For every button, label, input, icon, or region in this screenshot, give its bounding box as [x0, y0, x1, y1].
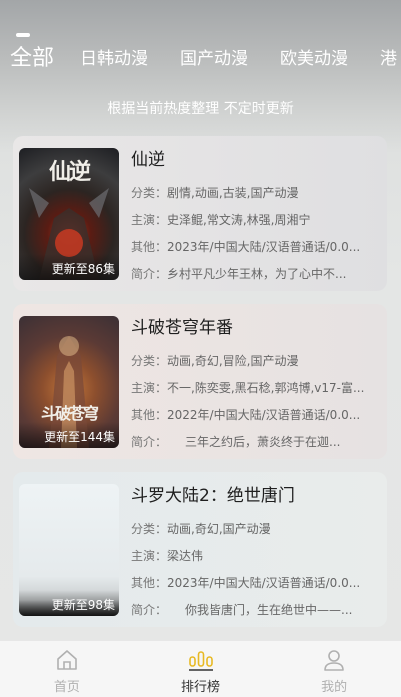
episode-badge: 更新至86集 — [19, 254, 119, 280]
genre-row: 分类：动画,奇幻,冒险,国产动漫 — [131, 348, 387, 375]
intro-value: 乡村平凡少年王林，为了心中不... — [167, 267, 347, 281]
nav-profile[interactable]: 我的 — [267, 641, 401, 697]
poster-image[interactable]: 更新至98集 — [19, 484, 119, 616]
cast-value: 史泽鲲,常文涛,林强,周湘宁 — [167, 213, 311, 227]
ranking-card[interactable]: 斗破苍穹 更新至144集 斗破苍穹年番 分类：动画,奇幻,冒险,国产动漫 主演：… — [13, 304, 387, 459]
card-info: 斗罗大陆2：绝世唐门 分类：动画,奇幻,国产动漫 主演：梁达伟 其他：2023年… — [131, 484, 387, 624]
genre-row: 分类：剧情,动画,古装,国产动漫 — [131, 180, 387, 207]
cast-label: 主演： — [131, 381, 168, 395]
ranking-list: 仙逆 更新至86集 仙逆 分类：剧情,动画,古装,国产动漫 主演：史泽鲲,常文涛… — [13, 136, 387, 673]
genre-value: 动画,奇幻,冒险,国产动漫 — [167, 354, 299, 368]
nav-home[interactable]: 首页 — [0, 641, 134, 697]
genre-value: 动画,奇幻,国产动漫 — [167, 522, 271, 536]
nav-home-label: 首页 — [53, 680, 80, 695]
bottom-nav: 首页 排行榜 我的 — [0, 640, 401, 697]
poster-title-art: 斗破苍穹 — [40, 404, 99, 423]
poster-title-art: 仙逆 — [48, 159, 91, 185]
genre-label: 分类： — [131, 522, 168, 536]
other-label: 其他： — [131, 240, 168, 254]
ranking-card[interactable]: 更新至98集 斗罗大陆2：绝世唐门 分类：动画,奇幻,国产动漫 主演：梁达伟 其… — [13, 472, 387, 627]
intro-row: 简介： 三年之约后，萧炎终于在迦... — [131, 429, 387, 456]
item-title[interactable]: 仙逆 — [131, 148, 387, 180]
ranking-icon — [188, 648, 214, 676]
card-info: 斗破苍穹年番 分类：动画,奇幻,冒险,国产动漫 主演：不一,陈奕雯,黑石稔,郭鸿… — [131, 316, 387, 456]
cast-value: 不一,陈奕雯,黑石稔,郭鸿博,v17-富... — [167, 381, 365, 395]
active-tab-indicator — [16, 33, 30, 37]
poster-image[interactable]: 斗破苍穹 更新至144集 — [19, 316, 119, 448]
nav-ranking[interactable]: 排行榜 — [134, 641, 268, 697]
tab-japan-korea-anime[interactable]: 日韩动漫 — [80, 46, 148, 72]
other-row: 其他：2023年/中国大陆/汉语普通话/0.0... — [131, 570, 387, 597]
category-tabs: 全部 日韩动漫 国产动漫 欧美动漫 港 — [10, 46, 401, 72]
intro-row: 简介：乡村平凡少年王林，为了心中不... — [131, 261, 387, 288]
intro-label: 简介： — [131, 435, 162, 449]
tab-hk[interactable]: 港 — [380, 46, 397, 72]
genre-label: 分类： — [131, 186, 168, 200]
cast-row: 主演：史泽鲲,常文涛,林强,周湘宁 — [131, 207, 387, 234]
other-label: 其他： — [131, 408, 168, 422]
intro-label: 简介： — [131, 267, 168, 281]
cast-row: 主演：不一,陈奕雯,黑石稔,郭鸿博,v17-富... — [131, 375, 387, 402]
tab-all[interactable]: 全部 — [10, 46, 54, 72]
other-row: 其他：2023年/中国大陆/汉语普通话/0.0... — [131, 234, 387, 261]
other-label: 其他： — [131, 576, 168, 590]
cast-value: 梁达伟 — [167, 549, 204, 563]
other-value: 2022年/中国大陆/汉语普通话/0.0... — [167, 408, 361, 422]
genre-row: 分类：动画,奇幻,国产动漫 — [131, 516, 387, 543]
genre-label: 分类： — [131, 354, 168, 368]
poster-image[interactable]: 仙逆 更新至86集 — [19, 148, 119, 280]
episode-badge: 更新至98集 — [19, 590, 119, 616]
home-icon — [55, 648, 79, 676]
other-row: 其他：2022年/中国大陆/汉语普通话/0.0... — [131, 402, 387, 429]
user-icon — [322, 648, 346, 676]
cast-label: 主演： — [131, 213, 168, 227]
nav-profile-label: 我的 — [321, 680, 348, 695]
tab-western-anime[interactable]: 欧美动漫 — [280, 46, 348, 72]
cast-label: 主演： — [131, 549, 168, 563]
ranking-card[interactable]: 仙逆 更新至86集 仙逆 分类：剧情,动画,古装,国产动漫 主演：史泽鲲,常文涛… — [13, 136, 387, 291]
other-value: 2023年/中国大陆/汉语普通话/0.0... — [167, 576, 361, 590]
item-title[interactable]: 斗破苍穹年番 — [131, 316, 387, 348]
intro-label: 简介： — [131, 603, 162, 617]
card-info: 仙逆 分类：剧情,动画,古装,国产动漫 主演：史泽鲲,常文涛,林强,周湘宁 其他… — [131, 148, 387, 288]
cast-row: 主演：梁达伟 — [131, 543, 387, 570]
intro-value: 三年之约后，萧炎终于在迦... — [161, 435, 341, 449]
tab-domestic-anime[interactable]: 国产动漫 — [180, 46, 248, 72]
other-value: 2023年/中国大陆/汉语普通话/0.0... — [167, 240, 361, 254]
item-title[interactable]: 斗罗大陆2：绝世唐门 — [131, 484, 387, 516]
genre-value: 剧情,动画,古装,国产动漫 — [167, 186, 299, 200]
ranking-subtitle: 根据当前热度整理 不定时更新 — [107, 101, 294, 117]
episode-badge: 更新至144集 — [19, 422, 119, 448]
nav-ranking-label: 排行榜 — [181, 680, 221, 695]
intro-row: 简介： 你我皆唐门，生在绝世中——... — [131, 597, 387, 624]
intro-value: 你我皆唐门，生在绝世中——... — [161, 603, 353, 617]
